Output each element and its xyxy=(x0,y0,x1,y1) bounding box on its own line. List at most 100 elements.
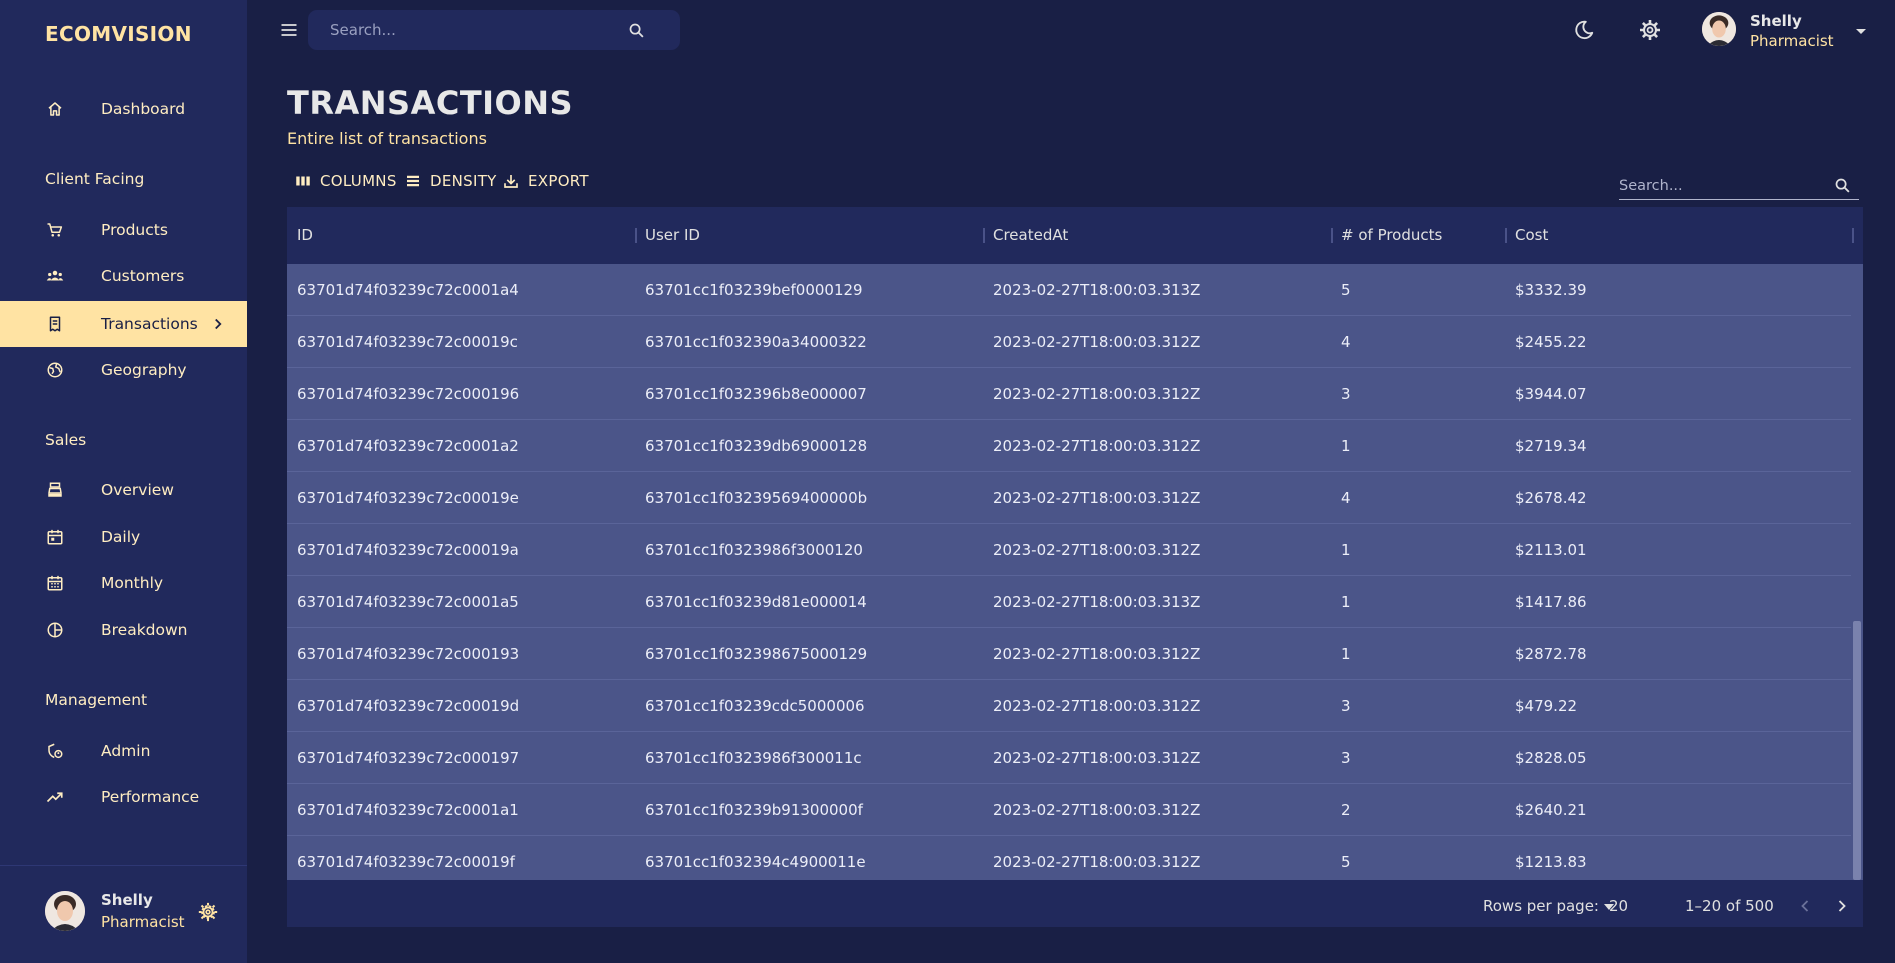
cell-products: 5 xyxy=(1341,853,1351,871)
top-user-menu[interactable]: Shelly Pharmacist xyxy=(1702,12,1872,52)
cell-created-at: 2023-02-27T18:00:03.312Z xyxy=(993,749,1201,767)
cell-products: 1 xyxy=(1341,593,1351,611)
cell-created-at: 2023-02-27T18:00:03.312Z xyxy=(993,645,1201,663)
sidebar-item-transactions[interactable]: Transactions xyxy=(0,301,247,347)
cell-user-id: 63701cc1f03239db69000128 xyxy=(645,437,868,455)
cell-products: 1 xyxy=(1341,645,1351,663)
cell-user-id: 63701cc1f032394c4900011e xyxy=(645,853,866,871)
table-row[interactable]: 63701d74f03239c72c00019c 63701cc1f032390a… xyxy=(287,316,1851,368)
cell-products: 3 xyxy=(1341,385,1351,403)
vertical-scrollbar[interactable] xyxy=(1851,264,1863,880)
table-row[interactable]: 63701d74f03239c72c0001a5 63701cc1f03239d8… xyxy=(287,576,1851,628)
sidebar-item-overview[interactable]: Overview xyxy=(0,467,247,513)
trending-up-icon xyxy=(46,792,63,803)
cell-cost: $2640.21 xyxy=(1515,801,1587,819)
rows-per-page-label: Rows per page: xyxy=(1483,897,1599,915)
chevron-right-icon xyxy=(215,318,222,330)
cell-id: 63701d74f03239c72c000197 xyxy=(297,749,520,767)
cell-products: 1 xyxy=(1341,541,1351,559)
groups-icon xyxy=(46,270,64,281)
table-row[interactable]: 63701d74f03239c72c00019a 63701cc1f0323986… xyxy=(287,524,1851,576)
cell-cost: $479.22 xyxy=(1515,697,1578,715)
calendar-month-icon xyxy=(47,575,63,591)
density-button[interactable]: DENSITY xyxy=(404,170,497,192)
table-row[interactable]: 63701d74f03239c72c000193 63701cc1f0323986… xyxy=(287,628,1851,680)
sidebar-item-breakdown[interactable]: Breakdown xyxy=(0,607,247,653)
brand-logo-text: ECOMVISION xyxy=(45,22,192,46)
sidebar-item-admin[interactable]: Admin xyxy=(0,728,247,774)
column-header-products[interactable]: # of Products xyxy=(1341,226,1442,244)
table-row[interactable]: 63701d74f03239c72c0001a2 63701cc1f03239db… xyxy=(287,420,1851,472)
cell-created-at: 2023-02-27T18:00:03.313Z xyxy=(993,593,1201,611)
top-search-bar xyxy=(308,10,680,50)
sidebar-item-label: Daily xyxy=(101,528,141,546)
cell-cost: $2828.05 xyxy=(1515,749,1587,767)
column-header-cost[interactable]: Cost xyxy=(1515,226,1548,244)
cell-id: 63701d74f03239c72c00019a xyxy=(297,541,519,559)
column-resize-handle[interactable] xyxy=(635,228,637,243)
receipt-icon xyxy=(49,316,61,332)
column-header-created-at[interactable]: CreatedAt xyxy=(993,226,1068,244)
table-row[interactable]: 63701d74f03239c72c0001a1 63701cc1f03239b9… xyxy=(287,784,1851,836)
cell-cost: $2455.22 xyxy=(1515,333,1587,351)
table-row[interactable]: 63701d74f03239c72c00019f 63701cc1f032394c… xyxy=(287,836,1851,880)
cell-cost: $2719.34 xyxy=(1515,437,1587,455)
search-icon[interactable] xyxy=(1834,177,1851,194)
sidebar-item-performance[interactable]: Performance xyxy=(0,774,247,820)
cell-id: 63701d74f03239c72c00019c xyxy=(297,333,518,351)
settings-icon[interactable] xyxy=(1638,18,1662,42)
pie-chart-icon xyxy=(47,622,63,638)
table-row[interactable]: 63701d74f03239c72c00019d 63701cc1f03239cd… xyxy=(287,680,1851,732)
sidebar-item-label: Products xyxy=(101,221,168,239)
download-icon xyxy=(504,175,518,188)
cell-user-id: 63701cc1f032396b8e000007 xyxy=(645,385,867,403)
grid-search-input[interactable] xyxy=(1619,174,1819,198)
cell-created-at: 2023-02-27T18:00:03.312Z xyxy=(993,801,1201,819)
column-resize-handle[interactable] xyxy=(983,228,985,243)
scrollbar-thumb[interactable] xyxy=(1853,621,1861,880)
cell-cost: $2113.01 xyxy=(1515,541,1587,559)
cell-user-id: 63701cc1f0323986f3000120 xyxy=(645,541,863,559)
sidebar-item-products[interactable]: Products xyxy=(0,207,247,253)
sidebar-item-customers[interactable]: Customers xyxy=(0,253,247,299)
sidebar-item-daily[interactable]: Daily xyxy=(0,514,247,560)
sidebar-item-label: Customers xyxy=(101,267,185,285)
dark-mode-icon[interactable] xyxy=(1573,19,1595,41)
sidebar-item-monthly[interactable]: Monthly xyxy=(0,560,247,606)
table-row[interactable]: 63701d74f03239c72c0001a4 63701cc1f03239be… xyxy=(287,264,1851,316)
sidebar-item-dashboard[interactable]: Dashboard xyxy=(0,86,247,132)
column-header-user-id[interactable]: User ID xyxy=(645,226,700,244)
arrow-drop-down-icon[interactable] xyxy=(1604,904,1614,910)
cell-id: 63701d74f03239c72c000196 xyxy=(297,385,520,403)
sidebar-item-label: Admin xyxy=(101,742,151,760)
table-row[interactable]: 63701d74f03239c72c000197 63701cc1f0323986… xyxy=(287,732,1851,784)
table-row[interactable]: 63701d74f03239c72c000196 63701cc1f032396b… xyxy=(287,368,1851,420)
search-icon[interactable] xyxy=(628,22,645,39)
grid-search-field xyxy=(1619,172,1859,200)
cell-cost: $1213.83 xyxy=(1515,853,1587,871)
cell-created-at: 2023-02-27T18:00:03.312Z xyxy=(993,489,1201,507)
menu-icon[interactable] xyxy=(279,20,299,40)
column-header-id[interactable]: ID xyxy=(297,226,313,244)
table-row[interactable]: 63701d74f03239c72c00019e 63701cc1f0323956… xyxy=(287,472,1851,524)
sidebar-item-geography[interactable]: Geography xyxy=(0,347,247,393)
gear-icon[interactable] xyxy=(197,901,219,923)
column-resize-handle[interactable] xyxy=(1505,228,1507,243)
chevron-left-icon[interactable] xyxy=(1795,896,1815,916)
grid-header: ID User ID CreatedAt # of Products Cost xyxy=(287,207,1863,264)
columns-button[interactable]: COLUMNS xyxy=(294,170,397,192)
export-button[interactable]: EXPORT xyxy=(502,170,589,192)
admin-shield-icon xyxy=(48,743,63,759)
search-input[interactable] xyxy=(330,10,630,50)
column-resize-handle[interactable] xyxy=(1852,228,1854,243)
chevron-right-icon[interactable] xyxy=(1832,896,1852,916)
cell-products: 3 xyxy=(1341,749,1351,767)
cell-user-id: 63701cc1f032390a34000322 xyxy=(645,333,867,351)
sidebar-user-profile: Shelly Pharmacist xyxy=(45,891,218,935)
sidebar-item-label: Dashboard xyxy=(101,100,186,118)
cell-id: 63701d74f03239c72c00019f xyxy=(297,853,515,871)
cell-user-id: 63701cc1f03239bef0000129 xyxy=(645,281,863,299)
view-column-icon xyxy=(296,176,310,186)
column-resize-handle[interactable] xyxy=(1331,228,1333,243)
calendar-today-icon xyxy=(47,529,63,545)
